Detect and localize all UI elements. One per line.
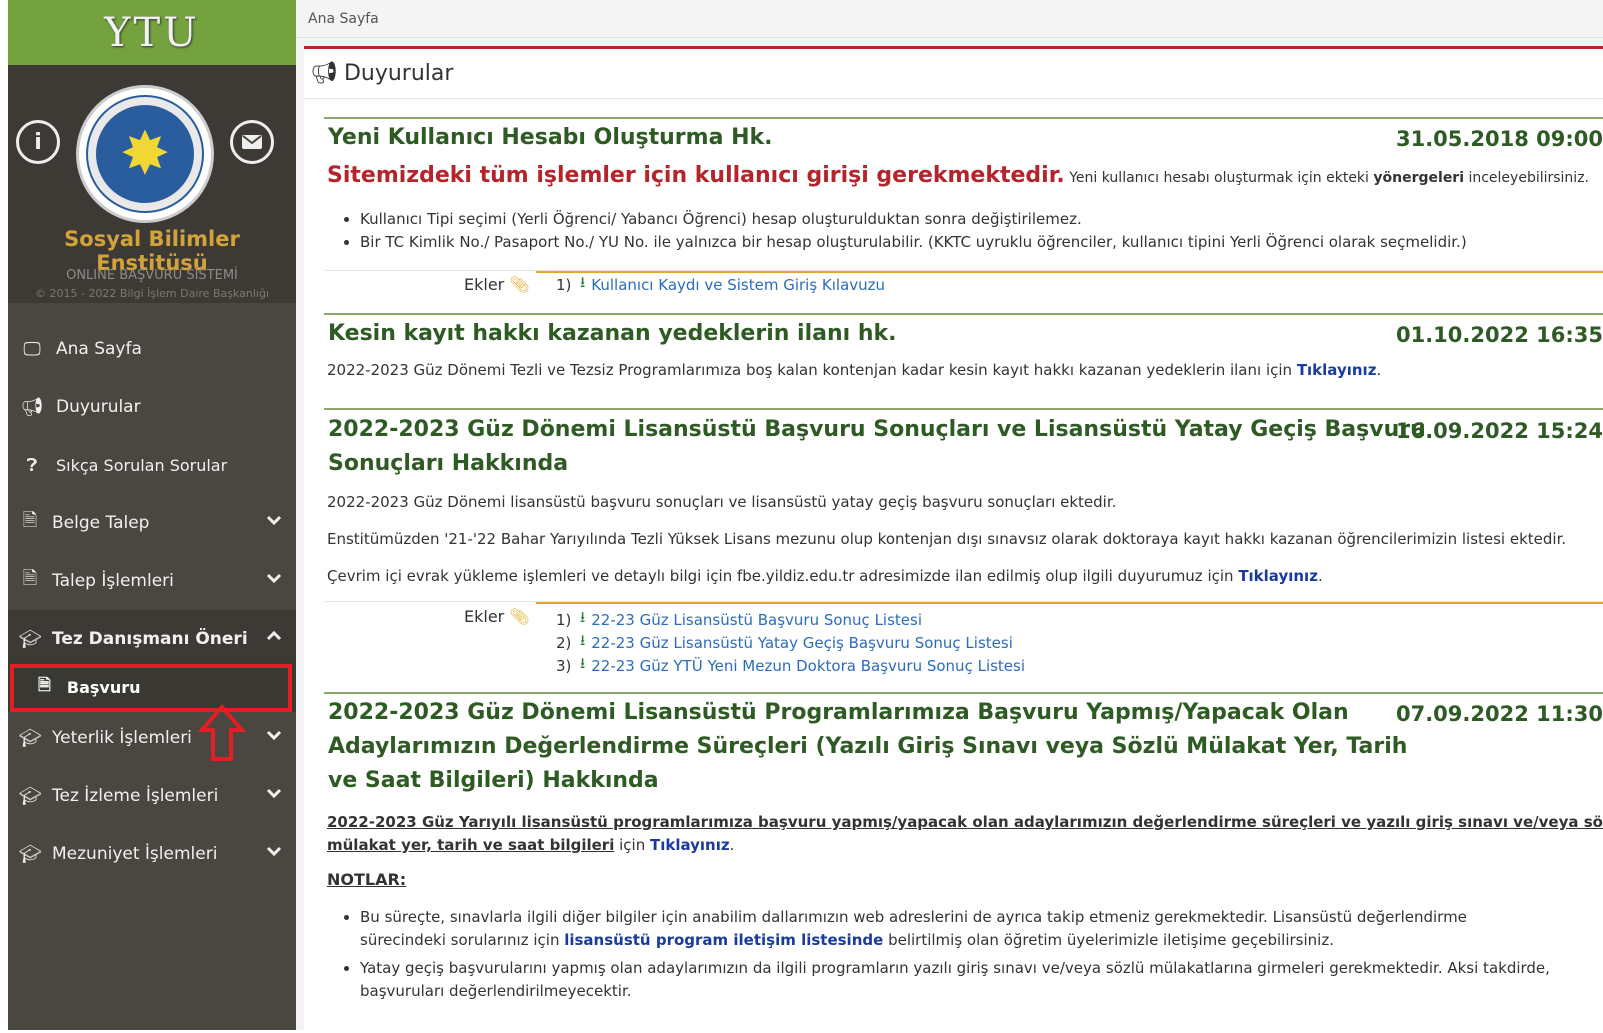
download-icon: ⭳ bbox=[580, 631, 586, 649]
file-icon: 🗎 bbox=[22, 510, 38, 531]
sidebar-item-tez-danismani[interactable]: 🎓︎ Tez Danışmanı Öneri bbox=[8, 610, 296, 668]
announcement-title: 2022-2023 Güz Dönemi Lisansüstü Başvuru … bbox=[328, 417, 1426, 476]
logo: YTU bbox=[104, 9, 200, 56]
chevron-down-icon bbox=[266, 843, 282, 859]
sidebar-item-label: Yeterlik İşlemleri bbox=[52, 728, 192, 748]
paperclip-icon: 📎︎ bbox=[509, 607, 530, 626]
sidebar-item-sss[interactable]: ❓︎ Sıkça Sorulan Sorular bbox=[8, 436, 296, 494]
attachments-label: Ekler 📎︎ bbox=[464, 275, 530, 294]
graduation-cap-icon: 🎓︎ bbox=[18, 727, 42, 749]
sidebar-item-label: Başvuru bbox=[66, 677, 141, 697]
logo-bar[interactable]: YTU bbox=[8, 0, 296, 65]
chevron-down-icon bbox=[266, 512, 282, 528]
panel-header: 📢︎ Duyurular bbox=[304, 49, 1603, 99]
bullhorn-icon: 📢︎ bbox=[310, 61, 338, 86]
attachment-item[interactable]: 1) ⭳ Kullanıcı Kaydı ve Sistem Giriş Kılav… bbox=[536, 273, 1603, 296]
sidebar-item-duyurular[interactable]: 📢︎ Duyurular bbox=[8, 378, 296, 436]
announcement-title: Yeni Kullanıcı Hesabı Oluşturma Hk. bbox=[328, 125, 773, 150]
sidebar-item-label: Duyurular bbox=[56, 397, 141, 417]
announcement-text: 2022-2023 Güz Dönemi Tezli ve Tezsiz Pro… bbox=[327, 361, 1382, 379]
notes-label: NOTLAR: bbox=[327, 870, 407, 889]
chevron-up-icon bbox=[266, 628, 282, 644]
question-icon: ❓︎ bbox=[26, 454, 38, 476]
sidebar: YTU i ✸ Sosyal Bilimler Enstitüsü ONLINE… bbox=[8, 0, 296, 1030]
notes-list: Bu süreçte, sınavlarla ilgili diğer bilg… bbox=[360, 906, 1550, 1008]
sidebar-item-label: Tez Danışmanı Öneri bbox=[52, 629, 248, 649]
announcement-text: Çevrim içi evrak yükleme işlemleri ve de… bbox=[327, 567, 1323, 585]
chevron-down-icon bbox=[266, 785, 282, 801]
attachments: Ekler 📎︎ 1) ⭳ 22-23 Güz Lisansüstü Başvuru… bbox=[324, 601, 1603, 683]
announcement-2: Kesin kayıt hakkı kazanan yedeklerin ila… bbox=[324, 313, 1603, 399]
announcement-date: 16.09.2022 15:24 bbox=[1395, 419, 1603, 443]
graduation-cap-icon: 🎓︎ bbox=[18, 628, 42, 650]
sidebar-item-label: Sıkça Sorulan Sorular bbox=[56, 455, 228, 475]
download-icon: ⭳ bbox=[580, 273, 586, 291]
sidebar-item-yeterlik[interactable]: 🎓︎ Yeterlik İşlemleri bbox=[8, 709, 296, 767]
chevron-down-icon bbox=[266, 570, 282, 586]
paperclip-icon: 📎︎ bbox=[509, 275, 530, 294]
sidebar-item-label: Tez İzleme İşlemleri bbox=[52, 786, 219, 806]
attachment-item[interactable]: 3) ⭳ 22-23 Güz YTÜ Yeni Mezun Doktora Başv… bbox=[536, 654, 1603, 677]
download-icon: ⭳ bbox=[580, 654, 586, 672]
sidebar-item-mezuniyet[interactable]: 🎓︎ Mezuniyet İşlemleri bbox=[8, 825, 296, 883]
announcement-4: 2022-2023 Güz Dönemi Lisansüstü Programl… bbox=[324, 692, 1603, 1033]
monitor-icon: 🖵 bbox=[23, 338, 41, 360]
sidebar-subitem-basvuru[interactable]: 🗎 Başvuru bbox=[8, 662, 296, 712]
attachments-label: Ekler 📎︎ bbox=[464, 607, 530, 626]
attachment-list: 1) ⭳ 22-23 Güz Lisansüstü Başvuru Sonuç Li… bbox=[536, 602, 1603, 677]
sidebar-item-ana-sayfa[interactable]: 🖵 Ana Sayfa bbox=[8, 320, 296, 378]
copyright: © 2015 - 2022 Bilgi İşlem Daire Başkanlı… bbox=[34, 287, 270, 300]
system-name: ONLINE BAŞVURU SİSTEMİ bbox=[66, 268, 238, 283]
announcement-title: Kesin kayıt hakkı kazanan yedeklerin ila… bbox=[328, 321, 897, 346]
sidebar-item-label: Mezuniyet İşlemleri bbox=[52, 844, 218, 864]
announcement-text: Enstitümüzden '21-'22 Bahar Yarıyılında … bbox=[327, 530, 1567, 548]
list-item: Yatay geçiş başvurularını yapmış olan ad… bbox=[360, 957, 1550, 1003]
graduation-cap-icon: 🎓︎ bbox=[18, 785, 42, 807]
list-item: Bir TC Kimlik No./ Pasaport No./ YU No. … bbox=[360, 233, 1467, 251]
announcement-text: 2022-2023 Güz Yarıyılı lisansüstü progra… bbox=[327, 813, 1603, 854]
link-tiklayiniz[interactable]: Tıklayınız bbox=[650, 836, 730, 854]
announcement-date: 01.10.2022 16:35 bbox=[1395, 323, 1603, 347]
announcement-title: 2022-2023 Güz Dönemi Lisansüstü Programl… bbox=[328, 700, 1408, 793]
sidebar-item-talep-islemleri[interactable]: 🗎 Talep İşlemleri bbox=[8, 552, 296, 610]
attachment-item[interactable]: 1) ⭳ 22-23 Güz Lisansüstü Başvuru Sonuç Li… bbox=[536, 608, 1603, 631]
bullhorn-icon: 📢︎ bbox=[20, 396, 44, 418]
announcement-1: Yeni Kullanıcı Hesabı Oluşturma Hk. 31.0… bbox=[324, 117, 1603, 304]
announcement-bullets: Kullanıcı Tipi seçimi (Yerli Öğrenci/ Ya… bbox=[360, 210, 1467, 256]
link-iletisim-listesi[interactable]: lisansüstü program iletişim listesinde bbox=[564, 931, 883, 949]
sidebar-item-belge-talep[interactable]: 🗎 Belge Talep bbox=[8, 494, 296, 552]
sidebar-item-label: Ana Sayfa bbox=[56, 339, 142, 359]
announcement-lead: Sitemizdeki tüm işlemler için kullanıcı … bbox=[327, 163, 1589, 188]
main-content: Ana Sayfa 📢︎ Duyurular Yeni Kullanıcı He… bbox=[296, 0, 1603, 1030]
announcement-3: 2022-2023 Güz Dönemi Lisansüstü Başvuru … bbox=[324, 408, 1603, 684]
list-item: Kullanıcı Tipi seçimi (Yerli Öğrenci/ Ya… bbox=[360, 210, 1467, 228]
university-seal: ✸ bbox=[76, 85, 214, 223]
sidebar-item-label: Belge Talep bbox=[52, 513, 150, 533]
link-tiklayiniz[interactable]: Tıklayınız bbox=[1297, 361, 1377, 379]
breadcrumb: Ana Sayfa bbox=[296, 0, 1603, 38]
download-icon: ⭳ bbox=[580, 608, 586, 626]
breadcrumb-home[interactable]: Ana Sayfa bbox=[308, 11, 379, 27]
list-item: Bu süreçte, sınavlarla ilgili diğer bilg… bbox=[360, 906, 1550, 952]
sidebar-item-label: Talep İşlemleri bbox=[52, 571, 174, 591]
file-icon: 🗎 bbox=[38, 674, 51, 694]
attachment-item[interactable]: 2) ⭳ 22-23 Güz Lisansüstü Yatay Geçiş Başv… bbox=[536, 631, 1603, 654]
announcement-text: 2022-2023 Güz Dönemi lisansüstü başvuru … bbox=[327, 493, 1117, 511]
chevron-down-icon bbox=[266, 727, 282, 743]
panel-title: Duyurular bbox=[343, 61, 454, 86]
info-icon[interactable]: i bbox=[16, 120, 60, 164]
profile-area: i ✸ Sosyal Bilimler Enstitüsü ONLINE BAŞ… bbox=[8, 65, 296, 303]
announcement-date: 07.09.2022 11:30 bbox=[1395, 702, 1603, 726]
mail-icon[interactable] bbox=[230, 120, 274, 164]
sidebar-item-tez-izleme[interactable]: 🎓︎ Tez İzleme İşlemleri bbox=[8, 767, 296, 825]
link-tiklayiniz[interactable]: Tıklayınız bbox=[1238, 567, 1318, 585]
file-icon: 🗎 bbox=[22, 568, 38, 589]
announcement-date: 31.05.2018 09:00 bbox=[1395, 127, 1603, 151]
attachment-list: 1) ⭳ Kullanıcı Kaydı ve Sistem Giriş Kılav… bbox=[536, 271, 1603, 296]
announcements-panel: 📢︎ Duyurular Yeni Kullanıcı Hesabı Oluşt… bbox=[304, 46, 1603, 1030]
graduation-cap-icon: 🎓︎ bbox=[18, 843, 42, 865]
attachments: Ekler 📎︎ 1) ⭳ Kullanıcı Kaydı ve Sistem Gi… bbox=[324, 270, 1603, 304]
